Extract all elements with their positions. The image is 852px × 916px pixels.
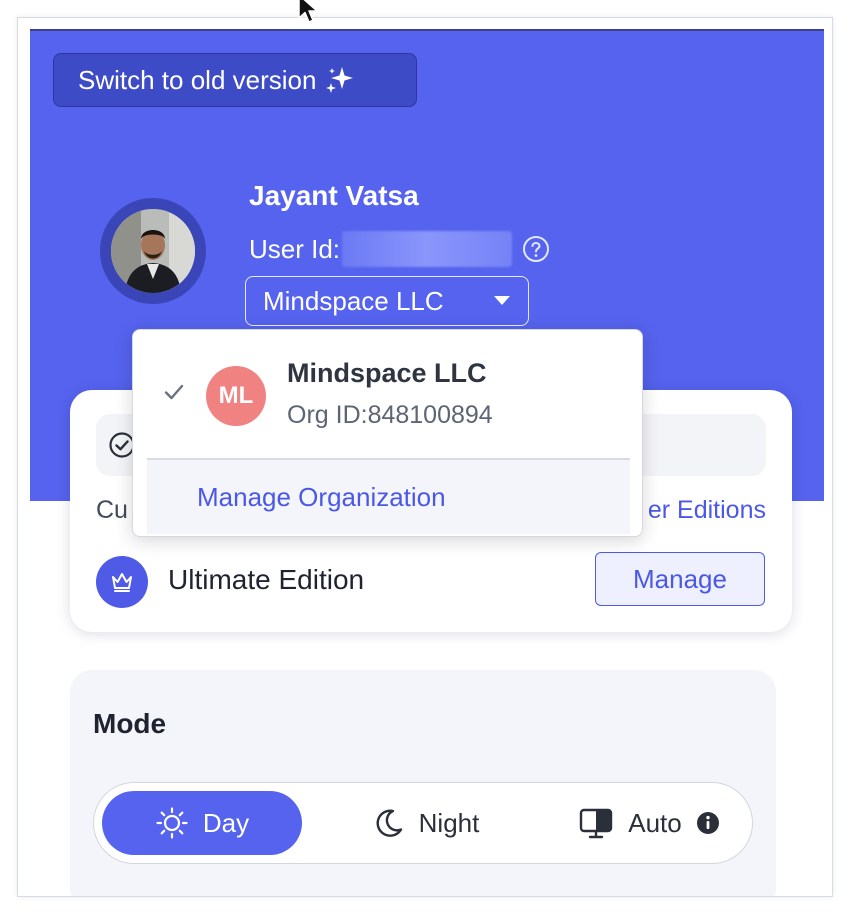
user-id-value-redacted (342, 231, 513, 267)
profile-panel: Switch to old version Jayant Vatsa User … (17, 17, 833, 897)
check-icon (164, 384, 184, 400)
manage-edition-button[interactable]: Manage (595, 552, 765, 606)
manage-organization-link[interactable]: Manage Organization (147, 458, 630, 534)
organization-select-value: Mindspace LLC (263, 285, 444, 316)
mode-option-auto-label: Auto (628, 807, 682, 838)
user-name: Jayant Vatsa (249, 180, 419, 211)
mode-option-night[interactable]: Night (326, 791, 526, 855)
user-id-row: User Id: (249, 231, 550, 267)
mode-option-night-label: Night (418, 807, 480, 838)
user-id-label: User Id: (249, 233, 341, 264)
crown-icon (96, 556, 148, 608)
monitor-icon (580, 808, 613, 839)
mode-option-auto[interactable]: Auto (554, 791, 744, 855)
mode-card: Mode Day Night Auto (70, 670, 776, 896)
sun-icon (156, 807, 188, 839)
org-name: Mindspace LLC (287, 358, 487, 388)
switch-to-old-version-button[interactable]: Switch to old version (53, 53, 417, 107)
sparkle-icon (326, 67, 354, 93)
org-id: Org ID:848100894 (287, 401, 493, 429)
org-avatar: ML (206, 366, 266, 426)
chevron-down-icon (494, 296, 510, 305)
organization-select[interactable]: Mindspace LLC (245, 276, 529, 326)
mode-option-day-label: Day (202, 807, 250, 838)
help-icon[interactable] (522, 235, 550, 263)
moon-icon (376, 809, 402, 837)
avatar[interactable] (100, 198, 206, 304)
other-editions-link[interactable]: er Editions (648, 496, 766, 525)
edition-name: Ultimate Edition (168, 564, 365, 595)
info-icon[interactable] (696, 811, 720, 835)
mode-option-day[interactable]: Day (102, 791, 302, 855)
current-edition-label: Cu (96, 496, 128, 524)
mode-switcher: Day Night Auto (93, 782, 753, 864)
mode-title: Mode (93, 708, 167, 739)
profile-photo (111, 209, 195, 293)
switch-version-label: Switch to old version (78, 64, 317, 95)
mouse-cursor-icon (298, 0, 318, 23)
organization-dropdown: ML Mindspace LLC Org ID:848100894 Manage… (132, 329, 643, 537)
